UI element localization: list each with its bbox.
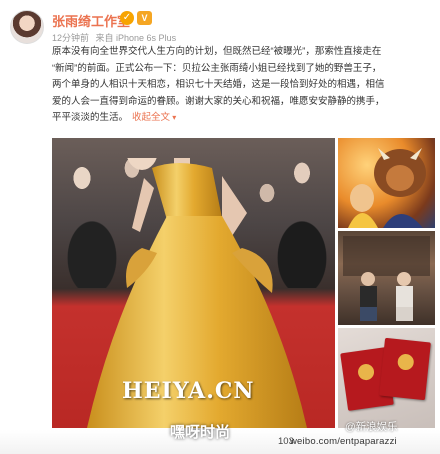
avatar[interactable] xyxy=(10,10,44,44)
marriage-certificate-photo[interactable] xyxy=(338,328,435,428)
source-handle: @新浪娱乐 xyxy=(345,421,398,433)
post-source: 来自 iPhone 6s Plus xyxy=(95,33,177,43)
user-name[interactable]: 张雨绮工作室 xyxy=(52,11,130,30)
verified-badge-icon: ✓ xyxy=(120,11,134,25)
post-text-line: 两个单身的人相识十天相恋，相识七十天结婚，这是一段恰到好处的相遇，相信 xyxy=(52,79,385,90)
post-time[interactable]: 12分钟前 xyxy=(52,33,89,43)
post-text-line: “新闻”的前面。正式公布一下：贝拉公主张雨绮小姐已经找到了她的野兽王子， xyxy=(52,62,382,74)
post-body: 原本没有向全世界交代人生方向的计划，但既然已经“被曝光”，那索性直接走在 “新闻… xyxy=(52,44,432,127)
source-url: weibo.com/entpaparazzi xyxy=(290,436,397,447)
couple-seated-icon xyxy=(343,236,430,321)
post-text-line: 原本没有向全世界交代人生方向的计划，但既然已经“被曝光”，那索性直接走在 xyxy=(52,46,382,57)
post-meta: 12分钟前 来自 iPhone 6s Plus xyxy=(52,31,176,44)
site-watermark: 嘿呀时尚 xyxy=(170,424,231,441)
couple-photo[interactable] xyxy=(338,231,435,325)
heiya-watermark: HEIYA.CN xyxy=(122,378,255,404)
main-photo[interactable]: HEIYA.CN xyxy=(52,138,335,428)
certificate-book-icon xyxy=(379,337,431,401)
post-text-line: 平平淡淡的生活。 xyxy=(52,112,129,123)
collapse-text-link[interactable]: 收起全文 xyxy=(132,112,176,123)
beauty-and-beast-photo[interactable] xyxy=(338,138,435,228)
vip-badge-icon: V xyxy=(137,11,152,25)
beast-illustration-icon xyxy=(348,148,426,228)
post-text-line: 爱的人会一直得到命运的眷顾。谢谢大家的关心和祝福，唯愿安安静静的携手， xyxy=(52,95,385,107)
post-text-last-line: 平平淡淡的生活。 收起全文 xyxy=(52,110,432,127)
